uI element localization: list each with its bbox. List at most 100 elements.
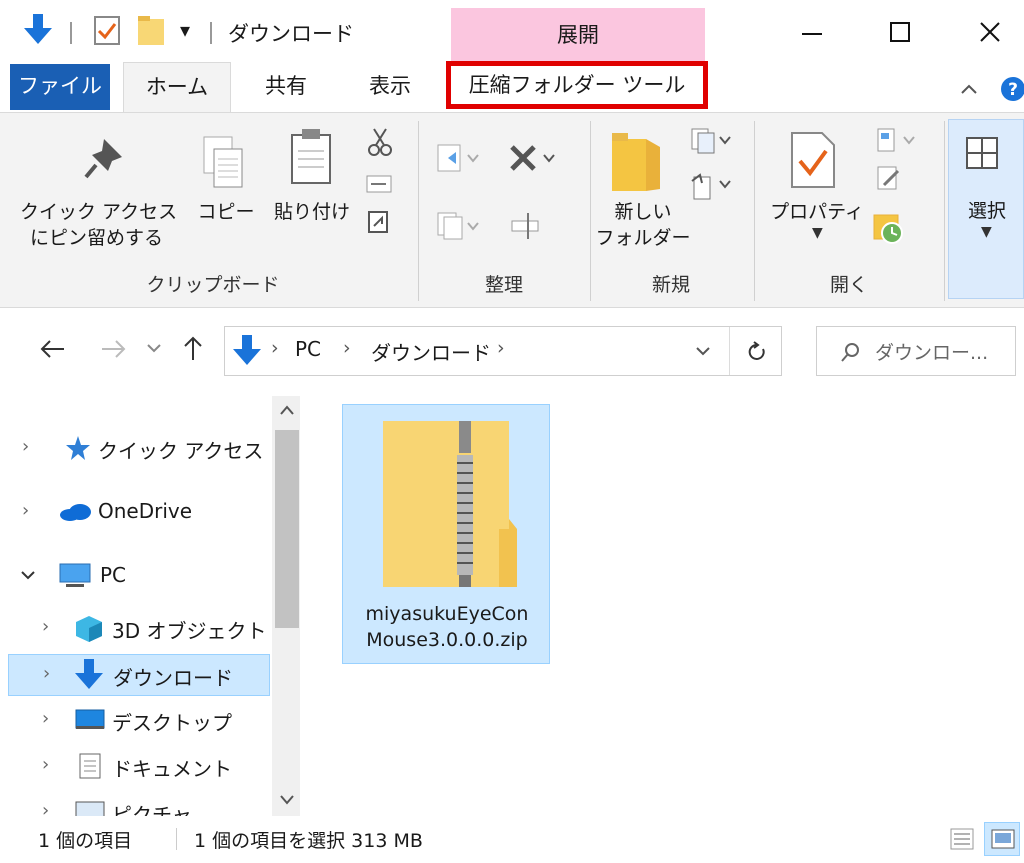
star-pin-icon [66,436,90,460]
select-grid-icon [966,137,998,169]
expand-chevron-icon[interactable]: › [42,708,49,729]
svg-text:?: ? [1008,80,1018,100]
nav-item-3d-objects[interactable]: › 3D オブジェクト [8,608,270,648]
address-bar[interactable]: › PC › ダウンロード › [224,326,782,376]
nav-item-label: PC [100,563,127,587]
close-button[interactable] [960,10,1020,54]
tab-view[interactable]: 表示 [350,62,430,112]
delete-icon[interactable] [508,141,556,175]
forward-arrow-icon[interactable] [100,338,128,360]
paste-button[interactable]: 貼り付け [268,199,356,225]
tab-share[interactable]: 共有 [246,62,326,112]
qat-dropdown-icon[interactable]: ▾ [180,18,190,42]
tab-file[interactable]: ファイル [10,64,110,110]
download-arrow-icon [75,659,103,689]
pin-to-quick-access-button[interactable]: クイック アクセス にピン留めする [20,199,190,251]
nav-item-downloads[interactable]: › ダウンロード [8,654,270,696]
scroll-down-icon[interactable] [279,794,295,806]
up-arrow-icon[interactable] [182,334,204,362]
download-arrow-icon[interactable] [24,14,52,46]
close-icon [980,22,1000,42]
group-label-organize: 整理 [484,274,523,296]
collapse-chevron-icon[interactable] [20,570,36,582]
context-tab-extract: 展開 [451,8,705,62]
properties-button[interactable]: プロパティ [762,199,872,225]
cube-icon [76,616,102,642]
address-history-chevron-icon[interactable] [695,345,711,359]
nav-item-desktop[interactable]: › デスクトップ [8,700,270,740]
select-label: 選択 [967,200,1006,222]
edit-icon[interactable] [874,163,904,193]
maximize-button[interactable] [870,10,930,54]
search-box[interactable]: ダウンロー... [816,326,1016,376]
address-divider [729,327,730,375]
tab-home[interactable]: ホーム [123,62,231,112]
breadcrumb-separator: › [271,337,279,359]
expand-chevron-icon[interactable]: › [42,800,49,816]
recent-locations-chevron-icon[interactable] [146,342,162,356]
expand-chevron-icon[interactable]: › [43,663,50,684]
details-view-icon[interactable] [950,828,974,850]
group-separator [754,121,755,301]
nav-pane-scrollbar[interactable] [272,396,302,816]
file-name-line2: Mouse3.0.0.0.zip [366,629,528,651]
history-icon[interactable] [870,211,910,247]
back-arrow-icon[interactable] [38,338,66,360]
cut-scissors-icon[interactable] [368,127,392,157]
easy-access-icon[interactable] [690,171,734,201]
nav-item-label: ダウンロード [113,666,233,690]
scroll-up-icon[interactable] [279,404,295,416]
properties-large-icon [791,132,835,188]
nav-item-pictures[interactable]: › ピクチャ [8,792,270,816]
file-item[interactable]: miyasukuEyeCon Mouse3.0.0.0.zip [342,404,550,664]
minimize-button[interactable] [782,10,842,54]
desktop-icon [75,709,105,729]
maximize-icon [890,22,910,42]
breadcrumb-pc[interactable]: PC [295,337,321,361]
pin-label-line1: クイック アクセス [20,201,178,223]
nav-item-label: ピクチャ [112,803,192,816]
search-icon [841,343,859,362]
file-name: miyasukuEyeCon Mouse3.0.0.0.zip [343,601,551,653]
title-bar: ▾ ダウンロード 展開 [0,0,1024,62]
document-icon [79,753,101,779]
qat-separator [210,22,212,44]
expand-chevron-icon[interactable]: › [22,500,29,521]
file-list-area[interactable]: miyasukuEyeCon Mouse3.0.0.0.zip [300,388,1024,816]
zip-folder-icon [383,421,517,587]
expand-chevron-icon[interactable]: › [42,754,49,775]
nav-item-pc[interactable]: PC [8,556,270,596]
group-label-new: 新規 [651,274,690,296]
copy-to-icon[interactable] [436,209,480,243]
open-icon[interactable] [874,127,918,155]
paste-shortcut-icon[interactable] [368,209,390,235]
nav-item-documents[interactable]: › ドキュメント [8,746,270,786]
collapse-ribbon-icon[interactable] [960,82,978,96]
expand-chevron-icon[interactable]: › [22,436,29,457]
new-folder-button[interactable]: 新しい フォルダー [594,199,692,251]
group-separator [944,121,945,301]
tab-compressed-folder-tools[interactable]: 圧縮フォルダー ツール [446,61,708,109]
nav-item-label: 3D オブジェクト [112,619,267,643]
select-button[interactable]: 選択 ▼ [948,119,1024,299]
properties-check-icon[interactable] [94,16,122,46]
refresh-icon[interactable] [747,341,767,363]
select-dropdown-icon: ▼ [981,224,992,240]
copy-button[interactable]: コピー [196,199,256,225]
ribbon-tab-bar: ファイル ホーム 共有 表示 圧縮フォルダー ツール ? [0,61,1024,112]
scrollbar-thumb[interactable] [275,430,299,628]
breadcrumb-downloads[interactable]: ダウンロード [371,337,491,366]
nav-item-quick-access[interactable]: › クイック アクセス [8,428,270,468]
rename-icon[interactable] [510,211,542,241]
file-name-line1: miyasukuEyeCon [365,603,529,625]
nav-item-onedrive[interactable]: › OneDrive [8,492,270,532]
new-folder-icon[interactable] [138,16,166,46]
navigation-pane: › クイック アクセス › OneDrive PC › 3D オブジェクト › … [0,388,302,816]
expand-chevron-icon[interactable]: › [42,616,49,637]
large-icons-view-button[interactable] [984,822,1020,856]
new-item-icon[interactable] [690,127,734,155]
copy-path-icon[interactable] [366,173,392,195]
move-to-icon[interactable] [436,141,480,175]
properties-dropdown-icon[interactable]: ▼ [812,225,823,241]
help-icon[interactable]: ? [1000,76,1024,102]
